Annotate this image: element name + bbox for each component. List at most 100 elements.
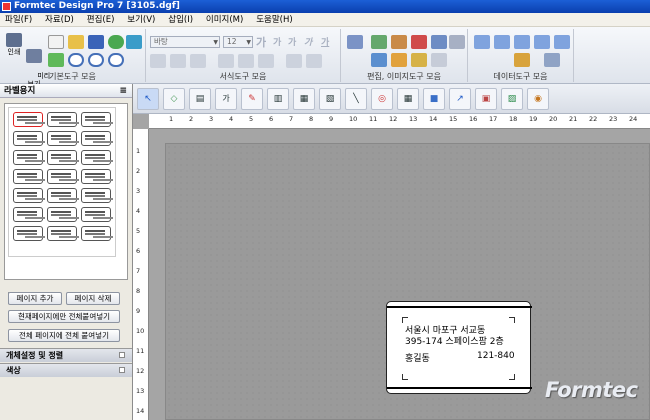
paste-icon[interactable] — [391, 35, 407, 49]
menu-edit[interactable]: 편집(E) — [82, 13, 120, 27]
thumb-label[interactable] — [13, 207, 43, 222]
thumb-label[interactable] — [81, 131, 111, 146]
thumb-label[interactable] — [13, 188, 43, 203]
panel-menu-icon[interactable]: ≡ — [119, 84, 127, 98]
delete-icon[interactable] — [449, 35, 465, 49]
thumb-label[interactable] — [81, 112, 111, 127]
recipient-name[interactable]: 홍길동 — [405, 351, 430, 364]
paste-all-pages-button[interactable]: 전체 페이지에 전체 붙여넣기 — [8, 329, 120, 342]
menu-image[interactable]: 이미지(M) — [201, 13, 248, 27]
thumb-label[interactable] — [81, 150, 111, 165]
text-frame-tool[interactable]: ▤ — [189, 88, 211, 110]
stamp-tool[interactable]: ◉ — [527, 88, 549, 110]
pointer-tool[interactable]: ↖ — [137, 88, 159, 110]
find-record-icon[interactable] — [514, 35, 530, 49]
bold-icon[interactable]: 가 — [288, 35, 296, 48]
thumb-label[interactable] — [13, 150, 43, 165]
thumb-label[interactable] — [47, 169, 77, 184]
design-workspace[interactable]: 1 2 3 4 5 6 7 8 9 10 11 12 13 14 15 16 17 18 19 20 21 22 23 24 … — [133, 114, 650, 420]
first-record-icon[interactable] — [474, 35, 490, 49]
font-combo[interactable]: 바탕 ▼ — [150, 36, 220, 48]
barcode2-tool[interactable]: ▦ — [293, 88, 315, 110]
label-object[interactable]: 서울시 마포구 서교동 395-174 스페이스팜 2층 홍길동 121-840 — [386, 301, 532, 394]
select-object-icon[interactable] — [347, 35, 363, 49]
thumb-label[interactable] — [47, 207, 77, 222]
delete-page-button[interactable]: 페이지 삭제 — [66, 292, 120, 305]
zoom-in-icon[interactable] — [68, 53, 84, 67]
expand-icon[interactable] — [119, 352, 125, 358]
align-top-icon[interactable] — [218, 54, 234, 68]
serial-number-tool[interactable]: ▧ — [319, 88, 341, 110]
save-icon[interactable] — [88, 35, 104, 49]
rotate-icon[interactable] — [371, 53, 387, 67]
align-right-icon[interactable] — [190, 54, 206, 68]
zoom-out-icon[interactable] — [88, 53, 104, 67]
page-thumbnail[interactable] — [8, 107, 116, 257]
refresh-icon[interactable] — [108, 35, 124, 49]
italic-icon[interactable]: 가 — [304, 35, 312, 48]
align-left-icon[interactable] — [150, 54, 166, 68]
thumb-label[interactable] — [47, 150, 77, 165]
line-tool[interactable]: ╲ — [345, 88, 367, 110]
size-combo[interactable]: 12 ▼ — [223, 36, 253, 48]
menu-view[interactable]: 보기(V) — [122, 13, 160, 27]
last-record-icon[interactable] — [554, 35, 570, 49]
image-tool[interactable]: ▨ — [501, 88, 523, 110]
group-tool[interactable]: ◇ — [163, 88, 185, 110]
menu-file[interactable]: 파일(F) — [0, 13, 37, 27]
thumb-label[interactable] — [47, 112, 77, 127]
shape-tool[interactable]: ◎ — [371, 88, 393, 110]
expand-icon[interactable] — [119, 367, 125, 373]
copy-format-icon[interactable] — [371, 35, 387, 49]
thumb-label[interactable] — [47, 131, 77, 146]
flip-icon[interactable] — [391, 53, 407, 67]
thumb-label[interactable] — [13, 112, 43, 127]
arrow-tool[interactable]: ↗ — [449, 88, 471, 110]
database-icon[interactable] — [514, 53, 530, 67]
align-middle-icon[interactable] — [238, 54, 254, 68]
brightness-icon[interactable] — [431, 53, 447, 67]
paste-current-page-button[interactable]: 현재페이지에만 전체붙여넣기 — [8, 310, 120, 323]
format-brush-tool[interactable]: ✎ — [241, 88, 263, 110]
zip-code[interactable]: 121-840 — [477, 351, 515, 361]
thumb-label[interactable] — [13, 131, 43, 146]
copy-icon[interactable] — [431, 35, 447, 49]
table-tool[interactable]: ▦ — [397, 88, 419, 110]
char-spacing-icon[interactable] — [306, 54, 322, 68]
menu-insert[interactable]: 삽입(I) — [163, 13, 198, 27]
add-page-button[interactable]: 페이지 추가 — [8, 292, 62, 305]
prev-record-icon[interactable] — [494, 35, 510, 49]
crop-icon[interactable] — [411, 53, 427, 67]
section-color[interactable]: 색상 — [0, 363, 132, 377]
barcode-tool[interactable]: ▥ — [267, 88, 289, 110]
align-center-icon[interactable] — [170, 54, 186, 68]
font-shrink-icon[interactable]: 가 — [273, 35, 281, 48]
text-tool[interactable]: 가 — [215, 88, 237, 110]
next-record-icon[interactable] — [534, 35, 550, 49]
data-settings-icon[interactable] — [544, 53, 560, 67]
open-folder-icon[interactable] — [68, 35, 84, 49]
print-button[interactable]: 인쇄 — [4, 33, 24, 56]
insert-image-icon[interactable] — [48, 53, 64, 67]
thumb-label[interactable] — [81, 226, 111, 241]
export-icon[interactable] — [126, 35, 142, 49]
thumb-label[interactable] — [47, 226, 77, 241]
thumb-label[interactable] — [81, 169, 111, 184]
section-object-align[interactable]: 개체설정 및 정렬 — [0, 348, 132, 362]
gradient-tool[interactable]: ■ — [423, 88, 445, 110]
address-line-2[interactable]: 395-174 스페이스팜 2층 — [405, 334, 504, 347]
align-bottom-icon[interactable] — [258, 54, 274, 68]
menu-data[interactable]: 자료(D) — [40, 13, 79, 27]
thumb-label[interactable] — [13, 169, 43, 184]
zoom-fit-icon[interactable] — [108, 53, 124, 67]
thumb-label[interactable] — [81, 207, 111, 222]
thumb-label[interactable] — [47, 188, 77, 203]
underline-icon[interactable]: 가 — [321, 35, 329, 48]
cut-icon[interactable] — [411, 35, 427, 49]
thumb-label[interactable] — [13, 226, 43, 241]
thumb-label[interactable] — [81, 188, 111, 203]
new-file-icon[interactable] — [48, 35, 64, 49]
menu-help[interactable]: 도움말(H) — [251, 13, 297, 27]
line-spacing-icon[interactable] — [286, 54, 302, 68]
font-grow-icon[interactable]: 가 — [256, 34, 266, 50]
